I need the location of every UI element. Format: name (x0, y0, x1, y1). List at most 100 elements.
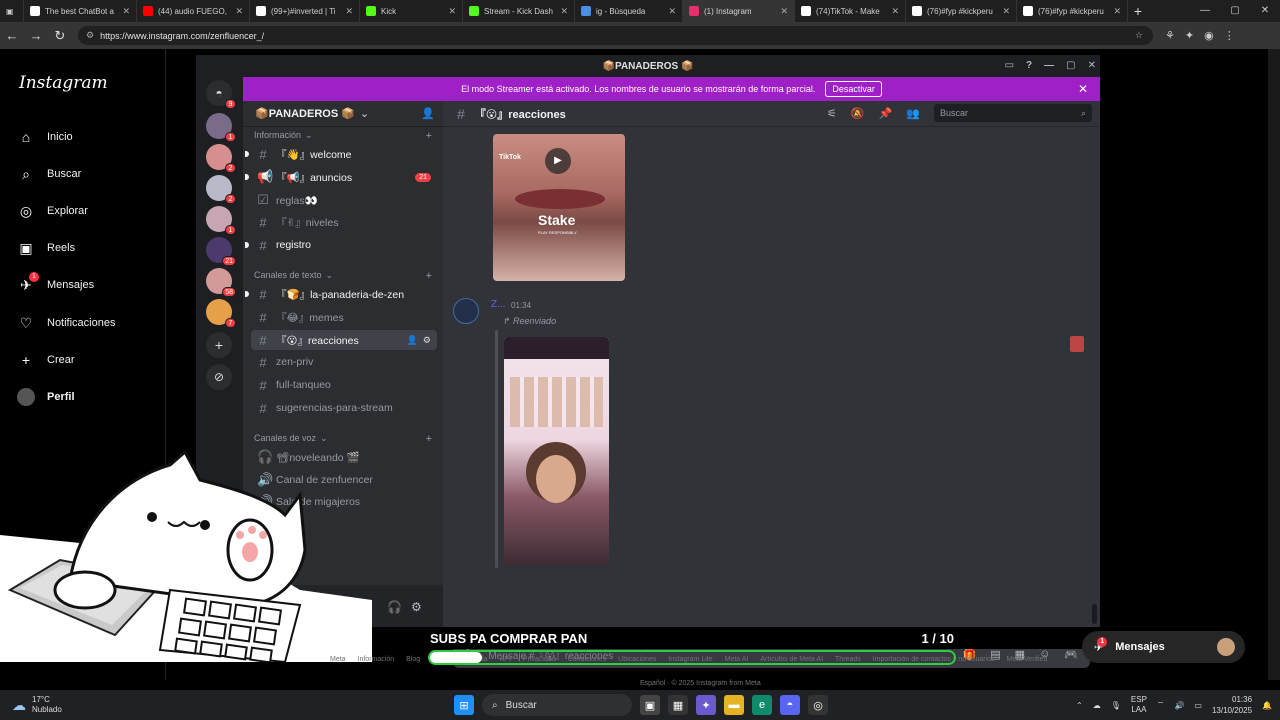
copilot-icon[interactable]: ✦ (696, 695, 716, 715)
channel-reacciones[interactable]: # 『😮』reacciones 👤 ⚙ (251, 330, 437, 350)
reaction-icon[interactable] (1070, 336, 1084, 352)
scrollbar[interactable] (1092, 604, 1097, 624)
discover-icon[interactable]: ⊘ (206, 364, 232, 390)
extension-icon[interactable]: ⚘ (1165, 29, 1175, 42)
app-icon[interactable]: ◎ (808, 695, 828, 715)
browser-tab[interactable]: (44) audio FUEGO, ✕ (137, 0, 250, 22)
nav-explorar[interactable]: ◎ Explorar (17, 202, 88, 220)
back-icon[interactable]: ← (0, 28, 24, 43)
forward-icon[interactable]: → (24, 28, 48, 43)
browser-tab[interactable]: (76)#fyp #kickperu ✕ (1017, 0, 1128, 22)
threads-icon[interactable]: ⚟ (827, 107, 837, 120)
channel-sugerencias[interactable]: # sugerencias-para-stream (251, 398, 437, 418)
nav-notificaciones[interactable]: ♡ Notificaciones (17, 314, 116, 332)
close-icon[interactable]: ✕ (1250, 0, 1280, 22)
clock[interactable]: 01:36 13/10/2025 (1212, 694, 1252, 716)
footer-link[interactable]: Blog (406, 656, 420, 663)
add-channel-icon[interactable]: + (426, 433, 432, 445)
close-tab-icon[interactable]: ✕ (891, 6, 899, 17)
onedrive-icon[interactable]: ☁ (1093, 701, 1101, 710)
pin-icon[interactable]: 📌 (879, 107, 893, 120)
server-header[interactable]: 📦PANADEROS 📦 ⌄ 👤 (243, 101, 443, 127)
members-icon[interactable]: 👥 (906, 107, 920, 120)
task-view-icon[interactable]: ▣ (640, 695, 660, 715)
footer-link[interactable]: Meta Verified (1007, 656, 1048, 663)
footer-link[interactable]: Meta (330, 656, 346, 663)
folder-icon[interactable]: ▬ (724, 695, 744, 715)
invite-icon[interactable]: 👤 (421, 107, 435, 120)
battery-icon[interactable]: ▭ (1194, 701, 1202, 710)
close-icon[interactable]: ✕ (1078, 82, 1088, 96)
close-tab-icon[interactable]: ✕ (122, 6, 130, 17)
menu-icon[interactable]: ⋮ (1224, 29, 1235, 42)
footer-link[interactable]: Información (358, 656, 395, 663)
channel-memes[interactable]: # 『😂』memes (251, 307, 437, 327)
nav-crear[interactable]: + Crear (17, 351, 75, 369)
mute-icon[interactable]: 🔕 (851, 107, 865, 120)
category-info[interactable]: Información ⌄ + (254, 130, 432, 142)
close-tab-icon[interactable]: ✕ (560, 6, 568, 17)
notification-bell-icon[interactable]: 🔔 (1262, 701, 1272, 710)
disable-streamer-button[interactable]: Desactivar (825, 81, 882, 97)
weather-widget[interactable]: ☁ 17°C Nublado (12, 695, 62, 715)
language-indicator[interactable]: ESP LAA (1131, 695, 1147, 715)
minimize-icon[interactable]: — (1190, 0, 1220, 22)
server-icon[interactable]: 21 (206, 237, 236, 266)
edge-icon[interactable]: e (752, 695, 772, 715)
browser-tab[interactable]: (76)#fyp #kickperu ✕ (906, 0, 1017, 22)
close-tab-icon[interactable]: ✕ (448, 6, 456, 17)
gear-icon[interactable]: ⚙ (411, 600, 422, 614)
server-icon[interactable]: 58 (206, 268, 236, 297)
help-icon[interactable]: ? (1026, 55, 1032, 77)
inbox-icon[interactable]: ▭ (1005, 55, 1014, 77)
add-channel-icon[interactable]: + (426, 270, 432, 282)
mic-icon[interactable]: 🎙 (1111, 701, 1121, 710)
gear-icon[interactable]: ⚙ (423, 335, 431, 346)
add-server-icon[interactable]: + (206, 332, 232, 358)
channel-registro[interactable]: # registro (245, 235, 437, 255)
url-field[interactable]: ⚙ https://www.instagram.com/zenfluencer_… (78, 26, 1153, 45)
nav-mensajes[interactable]: ✈ 1 Mensajes (17, 272, 94, 294)
channel-welcome[interactable]: # 『👋』welcome (245, 144, 437, 164)
new-tab-button[interactable]: + (1128, 3, 1148, 19)
window-menu-icon[interactable]: ▣ (0, 0, 24, 22)
instagram-logo[interactable]: Instagram (19, 73, 108, 93)
discord-home-icon[interactable]: ◓ 9 (206, 80, 236, 109)
site-info-icon[interactable]: ⚙ (86, 30, 94, 41)
browser-tab[interactable]: (74)TikTok - Make ✕ (795, 0, 906, 22)
maximize-icon[interactable]: ▢ (1066, 55, 1075, 77)
close-tab-icon[interactable]: ✕ (668, 6, 676, 17)
add-channel-icon[interactable]: + (426, 130, 432, 142)
taskbar-search[interactable]: ⌕ Buscar (482, 694, 632, 716)
close-icon[interactable]: ✕ (1088, 55, 1096, 77)
avatar[interactable] (453, 298, 479, 324)
page-scrollbar[interactable] (1268, 49, 1280, 680)
invite-icon[interactable]: 👤 (407, 335, 418, 346)
discord-icon[interactable]: ◓ (780, 695, 800, 715)
nav-reels[interactable]: ▣ Reels (17, 239, 75, 257)
wifi-icon[interactable]: ⌔ (1157, 700, 1165, 710)
maximize-icon[interactable]: ▢ (1220, 0, 1250, 22)
browser-tab[interactable]: Kick ✕ (360, 0, 463, 22)
browser-tab[interactable]: (1) Instagram ✕ (683, 0, 795, 22)
channel-full-tanqueo[interactable]: # full-tanqueo (251, 375, 437, 395)
minimize-icon[interactable]: — (1044, 55, 1054, 77)
server-icon[interactable]: 7 (206, 299, 236, 328)
nav-buscar[interactable]: ⌕ Buscar (17, 165, 81, 183)
play-icon[interactable]: ▶ (545, 148, 571, 174)
nav-perfil[interactable]: Perfil (17, 388, 75, 406)
store-icon[interactable]: ▦ (668, 695, 688, 715)
puzzle-icon[interactable]: ✦ (1185, 29, 1194, 42)
reload-icon[interactable]: ↻ (48, 28, 72, 44)
server-icon[interactable]: 2 (206, 144, 236, 173)
server-icon[interactable]: 1 (206, 206, 236, 235)
browser-tab[interactable]: The best ChatBot a ✕ (24, 0, 137, 22)
messages-pill[interactable]: ✈ 1 Mensajes (1082, 631, 1245, 663)
browser-tab[interactable]: (99+)#inverted | Ti ✕ (250, 0, 360, 22)
browser-tab[interactable]: Stream - Kick Dash ✕ (463, 0, 575, 22)
close-tab-icon[interactable]: ✕ (1113, 6, 1121, 17)
channel-zen-priv[interactable]: # zen-priv (251, 352, 437, 372)
channel-anuncios[interactable]: 📢 『📢』anuncios 21 (245, 167, 437, 187)
close-tab-icon[interactable]: ✕ (345, 6, 353, 17)
server-icon[interactable]: 2 (206, 175, 236, 204)
